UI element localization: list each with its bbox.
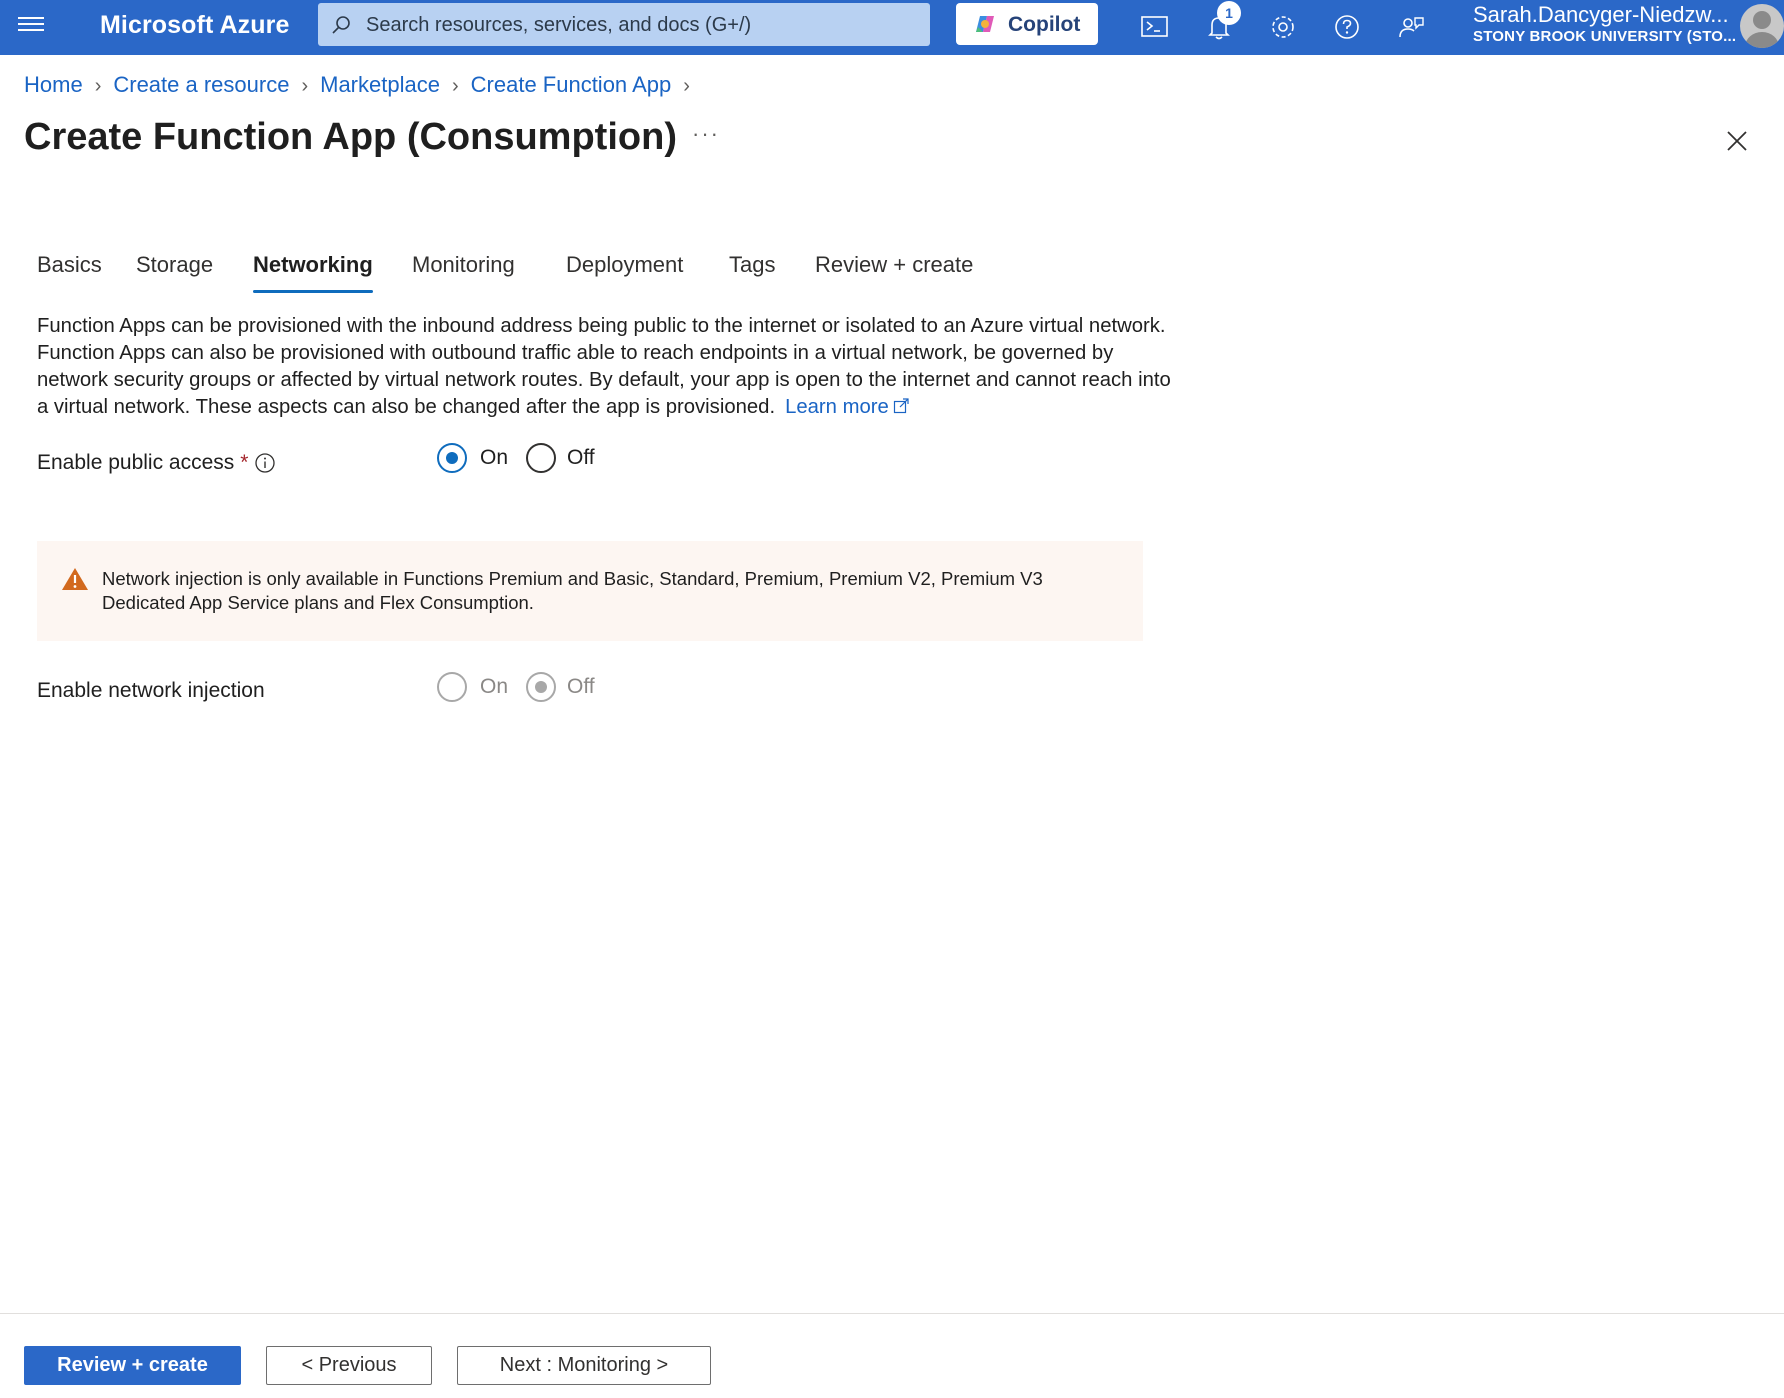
external-link-icon <box>893 398 909 414</box>
footer-divider <box>0 1313 1784 1314</box>
cloud-shell-icon[interactable] <box>1134 8 1174 48</box>
close-icon[interactable] <box>1722 126 1752 156</box>
avatar[interactable] <box>1740 4 1784 48</box>
next-monitoring-button[interactable]: Next : Monitoring > <box>457 1346 711 1385</box>
breadcrumb: Home › Create a resource › Marketplace › Creat… <box>24 70 702 101</box>
network-injection-off-label[interactable]: Off <box>567 673 595 701</box>
user-name: Sarah.Dancyger-Niedzw... <box>1473 2 1729 27</box>
required-indicator: * <box>240 451 249 474</box>
tab-deployment[interactable]: Deployment <box>566 250 683 280</box>
networking-description: Function Apps can be provisioned with th… <box>37 313 1177 421</box>
feedback-icon[interactable] <box>1390 8 1430 48</box>
copilot-icon <box>976 16 994 32</box>
page-title: Create Function App (Consumption) <box>24 116 677 158</box>
network-injection-off-radio[interactable] <box>526 672 556 702</box>
public-access-on-radio[interactable] <box>437 443 467 473</box>
user-org: STONY BROOK UNIVERSITY (STO... <box>1473 28 1737 45</box>
network-injection-on-radio[interactable] <box>437 672 467 702</box>
more-options-icon[interactable]: ··· <box>692 123 720 145</box>
learn-more-label: Learn more <box>785 396 889 418</box>
help-icon[interactable] <box>1326 8 1366 48</box>
warning-banner: Network injection is only available in F… <box>37 541 1143 641</box>
public-access-label: Enable public access * <box>37 449 248 477</box>
breadcrumb-create-resource[interactable]: Create a resource <box>113 72 289 97</box>
tab-review-create[interactable]: Review + create <box>815 250 973 280</box>
notification-badge: 1 <box>1217 1 1241 25</box>
network-injection-label: Enable network injection <box>37 679 265 702</box>
chevron-right-icon: › <box>94 75 102 97</box>
learn-more-link[interactable]: Learn more <box>785 396 909 418</box>
top-bar: Microsoft Azure Search resources, servic… <box>0 0 1784 55</box>
previous-button[interactable]: < Previous <box>266 1346 432 1385</box>
breadcrumb-marketplace[interactable]: Marketplace <box>320 72 440 97</box>
chevron-right-icon: › <box>301 75 309 97</box>
tab-monitoring[interactable]: Monitoring <box>412 250 515 280</box>
description-text: Function Apps can be provisioned with th… <box>37 315 1171 418</box>
active-tab-indicator <box>253 290 373 293</box>
breadcrumb-create-function-app[interactable]: Create Function App <box>471 72 672 97</box>
public-access-on-label[interactable]: On <box>480 444 508 472</box>
tab-tags[interactable]: Tags <box>729 250 775 280</box>
brand-logo[interactable]: Microsoft Azure <box>100 10 289 40</box>
account-menu[interactable]: Sarah.Dancyger-Niedzw... STONY BROOK UNI… <box>1473 2 1737 46</box>
breadcrumb-home[interactable]: Home <box>24 72 83 97</box>
public-access-off-label[interactable]: Off <box>567 444 595 472</box>
review-create-button[interactable]: Review + create <box>24 1346 241 1385</box>
copilot-label: Copilot <box>1008 13 1081 36</box>
info-icon[interactable] <box>254 452 276 474</box>
public-access-off-radio[interactable] <box>526 443 556 473</box>
warning-text: Network injection is only available in F… <box>102 568 1043 613</box>
settings-icon[interactable] <box>1262 8 1302 48</box>
menu-icon[interactable] <box>18 13 44 39</box>
public-access-label-text: Enable public access <box>37 451 235 474</box>
warning-icon <box>62 568 88 590</box>
tab-basics[interactable]: Basics <box>37 250 102 280</box>
chevron-right-icon: › <box>683 75 690 97</box>
search-input[interactable]: Search resources, services, and docs (G+… <box>318 3 930 46</box>
network-injection-on-label[interactable]: On <box>480 673 508 701</box>
copilot-button[interactable]: Copilot <box>956 3 1098 45</box>
search-icon <box>332 16 350 34</box>
search-placeholder: Search resources, services, and docs (G+… <box>366 14 752 36</box>
tab-networking[interactable]: Networking <box>253 250 373 280</box>
tab-storage[interactable]: Storage <box>136 250 213 280</box>
chevron-right-icon: › <box>451 75 459 97</box>
